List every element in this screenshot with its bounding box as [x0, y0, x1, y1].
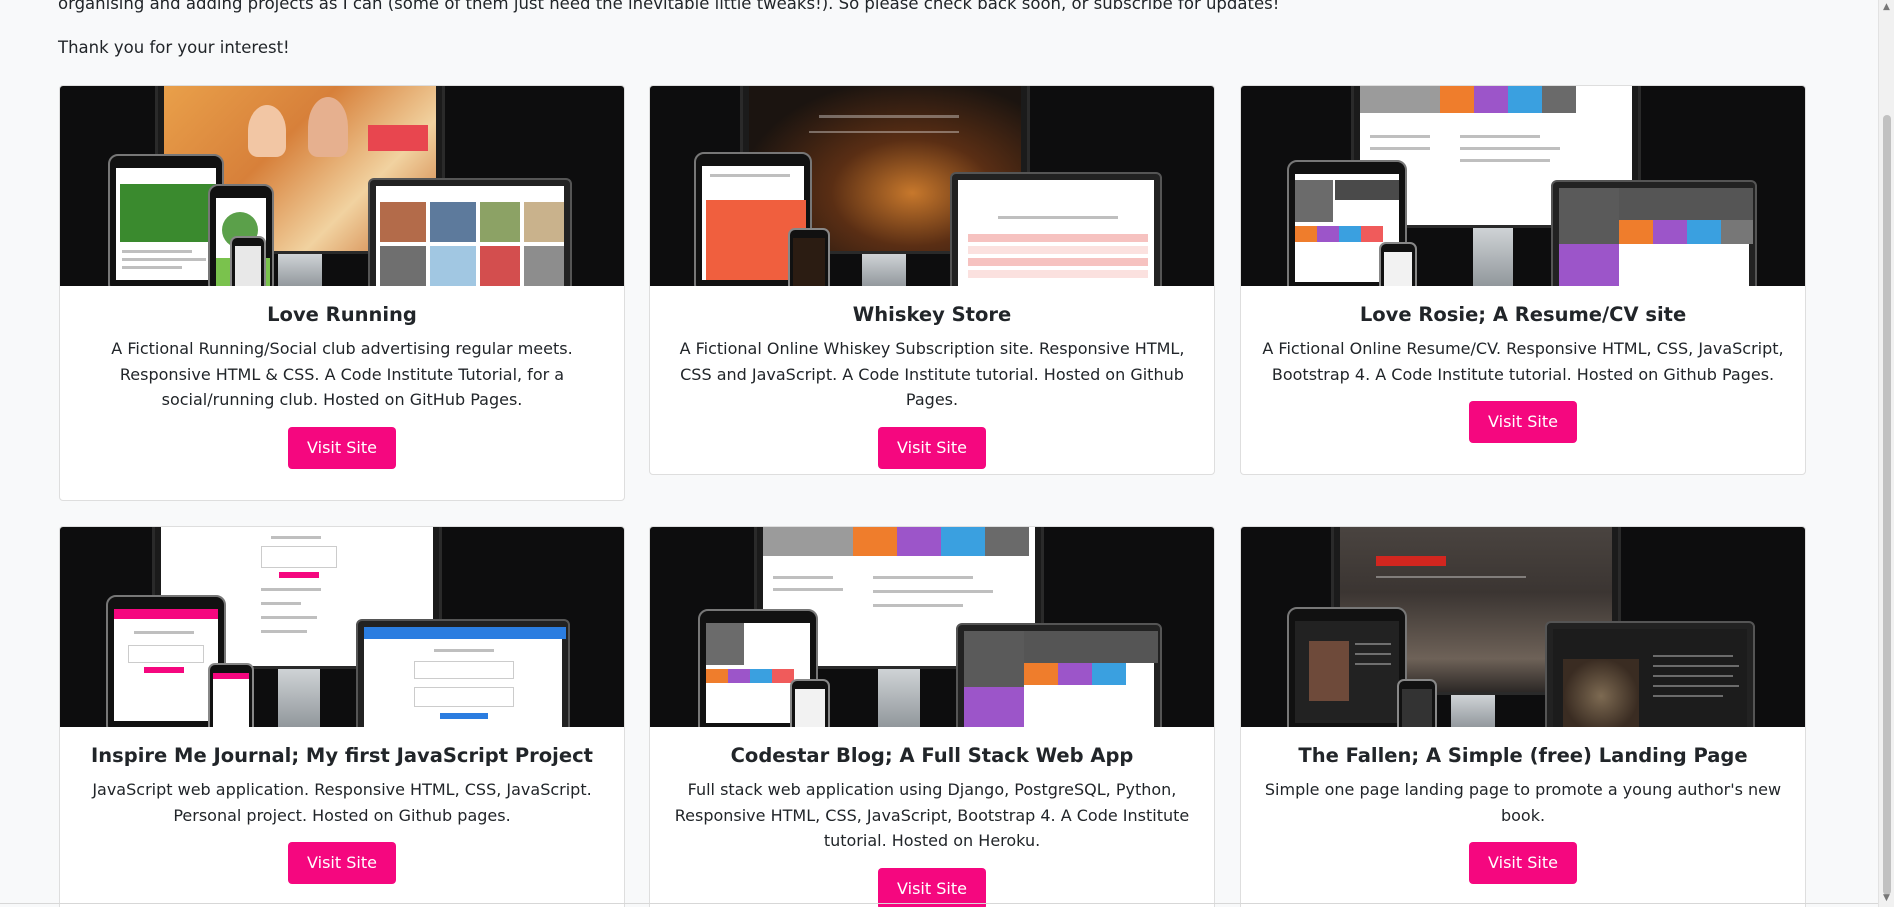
project-description: JavaScript web application. Responsive H…	[92, 780, 592, 825]
vertical-scrollbar[interactable]: ▲ ▼	[1878, 0, 1894, 907]
project-title: Whiskey Store	[852, 303, 1012, 326]
visit-site-button[interactable]: Visit Site	[878, 867, 986, 907]
project-description: A Fictional Online Resume/CV. Responsive…	[1262, 339, 1784, 384]
project-screenshot	[60, 527, 624, 727]
project-title: Inspire Me Journal; My first JavaScript …	[91, 744, 593, 767]
visit-site-button[interactable]: Visit Site	[878, 426, 986, 469]
project-card-love-running: Love Running A Fictional Running/Social …	[59, 85, 625, 501]
project-title: Love Running	[267, 303, 417, 326]
project-card-codestar-blog: Codestar Blog; A Full Stack Web App Full…	[649, 526, 1215, 907]
intro-text: organising and adding projects as I can …	[58, 0, 1818, 80]
visit-site-button[interactable]: Visit Site	[1469, 401, 1577, 443]
project-screenshot	[1241, 527, 1805, 727]
project-card-love-rosie: Love Rosie; A Resume/CV site A Fictional…	[1240, 85, 1806, 475]
project-description: A Fictional Online Whiskey Subscription …	[679, 339, 1185, 409]
scrollbar-thumb[interactable]	[1883, 115, 1891, 895]
project-card-whiskey-store: Whiskey Store A Fictional Online Whiskey…	[649, 85, 1215, 475]
project-screenshot	[1241, 86, 1805, 286]
project-title: The Fallen; A Simple (free) Landing Page	[1298, 744, 1748, 767]
project-screenshot	[60, 86, 624, 286]
project-title: Love Rosie; A Resume/CV site	[1359, 303, 1687, 326]
project-description: A Fictional Running/Social club advertis…	[111, 339, 573, 409]
viewport-bottom-border	[0, 903, 1878, 904]
project-title: Codestar Blog; A Full Stack Web App	[730, 744, 1134, 767]
project-card-inspire-me-journal: Inspire Me Journal; My first JavaScript …	[59, 526, 625, 907]
thank-you-text: Thank you for your interest!	[58, 38, 290, 57]
project-card-the-fallen: The Fallen; A Simple (free) Landing Page…	[1240, 526, 1806, 907]
project-description: Full stack web application using Django,…	[674, 780, 1190, 850]
project-description: Simple one page landing page to promote …	[1264, 780, 1782, 825]
visit-site-button[interactable]: Visit Site	[1469, 842, 1577, 884]
intro-paragraph: organising and adding projects as I can …	[58, 0, 1280, 13]
scroll-down-arrow-icon[interactable]: ▼	[1883, 893, 1890, 903]
visit-site-button[interactable]: Visit Site	[288, 842, 396, 884]
project-screenshot	[650, 527, 1214, 727]
scroll-up-arrow-icon[interactable]: ▲	[1883, 2, 1890, 12]
project-screenshot	[650, 86, 1214, 286]
visit-site-button[interactable]: Visit Site	[288, 426, 396, 469]
